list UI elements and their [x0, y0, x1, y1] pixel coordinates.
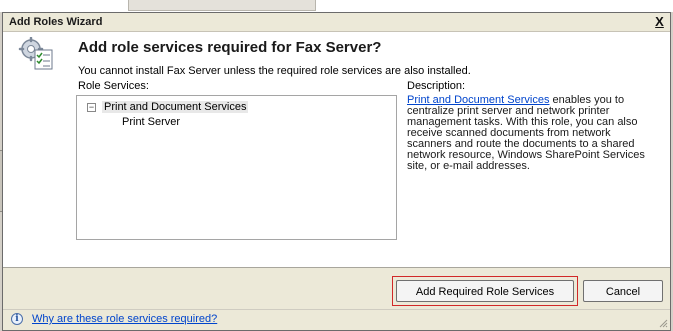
tree-item-print-server[interactable]: Print Server: [122, 116, 180, 128]
resize-grip-icon[interactable]: [658, 318, 668, 328]
window-title: Add Roles Wizard: [9, 16, 103, 28]
cancel-button[interactable]: Cancel: [583, 280, 663, 302]
close-icon[interactable]: X: [653, 15, 666, 28]
background-window-tab: [128, 0, 316, 11]
why-required-link[interactable]: Why are these role services required?: [32, 313, 217, 325]
description-body: enables you to centralize print server a…: [407, 94, 645, 172]
roles-wizard-icon: [18, 37, 53, 70]
tree-item-print-and-document-services[interactable]: − Print and Document Services: [87, 101, 249, 113]
role-services-tree: − Print and Document Services Print Serve…: [76, 95, 397, 240]
collapse-icon[interactable]: −: [87, 102, 96, 112]
dialog-heading: Add role services required for Fax Serve…: [78, 39, 382, 56]
add-roles-wizard-dialog: Add Roles Wizard X Add role services req…: [2, 12, 671, 331]
intro-text: You cannot install Fax Server unless the…: [78, 65, 471, 77]
footer-divider: [3, 309, 670, 310]
add-required-role-services-button[interactable]: Add Required Role Services: [396, 280, 574, 302]
info-icon: i: [11, 313, 23, 325]
description-label: Description:: [407, 80, 466, 92]
background-window-strip: [0, 0, 673, 12]
button-area-divider: [3, 267, 670, 268]
role-description: Print and Document Services enables you …: [407, 95, 653, 172]
title-bar: Add Roles Wizard X: [3, 13, 670, 32]
dialog-content: Add role services required for Fax Serve…: [3, 32, 670, 267]
role-services-label: Role Services:: [78, 80, 149, 92]
tree-item-label: Print and Document Services: [102, 101, 249, 113]
